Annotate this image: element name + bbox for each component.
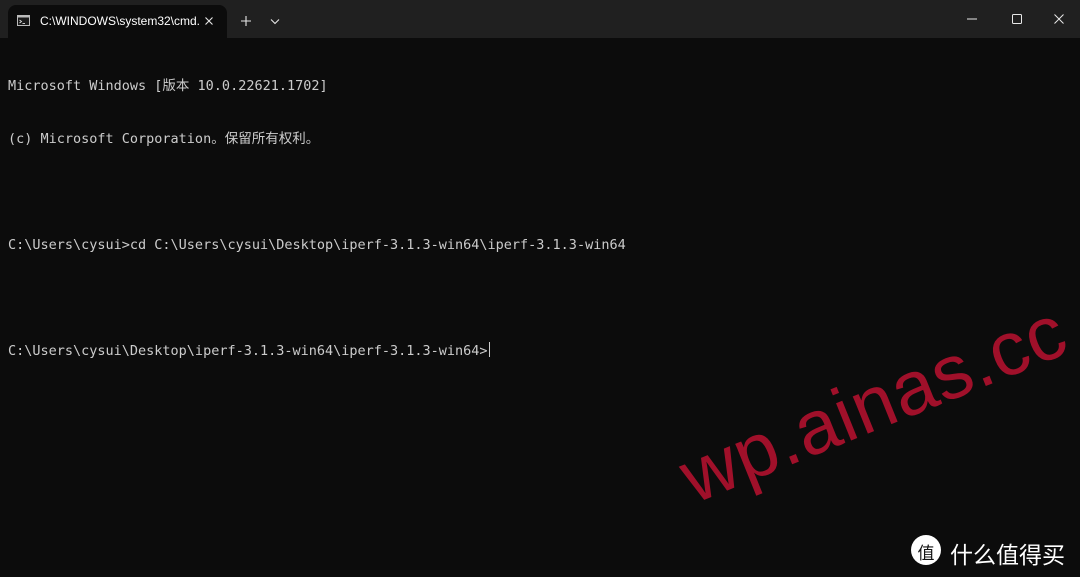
tab-cmd[interactable]: C:\WINDOWS\system32\cmd. bbox=[8, 5, 227, 38]
logo-badge: 值 bbox=[911, 535, 941, 565]
close-window-button[interactable] bbox=[1035, 0, 1080, 38]
title-bar[interactable]: C:\WINDOWS\system32\cmd. bbox=[0, 0, 1080, 38]
logo-badge-char: 值 bbox=[917, 544, 935, 564]
minimize-button[interactable] bbox=[948, 0, 994, 38]
tab-title: C:\WINDOWS\system32\cmd. bbox=[40, 14, 200, 28]
maximize-button[interactable] bbox=[993, 0, 1039, 38]
terminal-window: C:\WINDOWS\system32\cmd. Microsoft Windo… bbox=[0, 0, 1080, 577]
tab-close-button[interactable] bbox=[201, 13, 217, 29]
chevron-down-icon bbox=[270, 19, 280, 25]
console-line: Microsoft Windows [版本 10.0.22621.1702] bbox=[8, 78, 328, 95]
close-icon bbox=[1054, 14, 1064, 24]
logo-text: 什么值得买 bbox=[950, 543, 1065, 569]
plus-icon bbox=[241, 16, 251, 26]
close-icon bbox=[205, 17, 213, 25]
console-line: C:\Users\cysui>cd C:\Users\cysui\Desktop… bbox=[8, 236, 626, 253]
cmd-icon bbox=[17, 15, 30, 26]
new-tab-button[interactable] bbox=[235, 10, 257, 32]
prompt-text: C:\Users\cysui\Desktop\iperf-3.1.3-win64… bbox=[8, 343, 488, 360]
tab-dropdown-button[interactable] bbox=[264, 10, 286, 32]
text-cursor bbox=[488, 342, 490, 358]
console-line: (c) Microsoft Corporation。保留所有权利。 bbox=[8, 130, 320, 147]
minimize-icon bbox=[967, 18, 977, 20]
maximize-icon bbox=[1012, 14, 1022, 24]
